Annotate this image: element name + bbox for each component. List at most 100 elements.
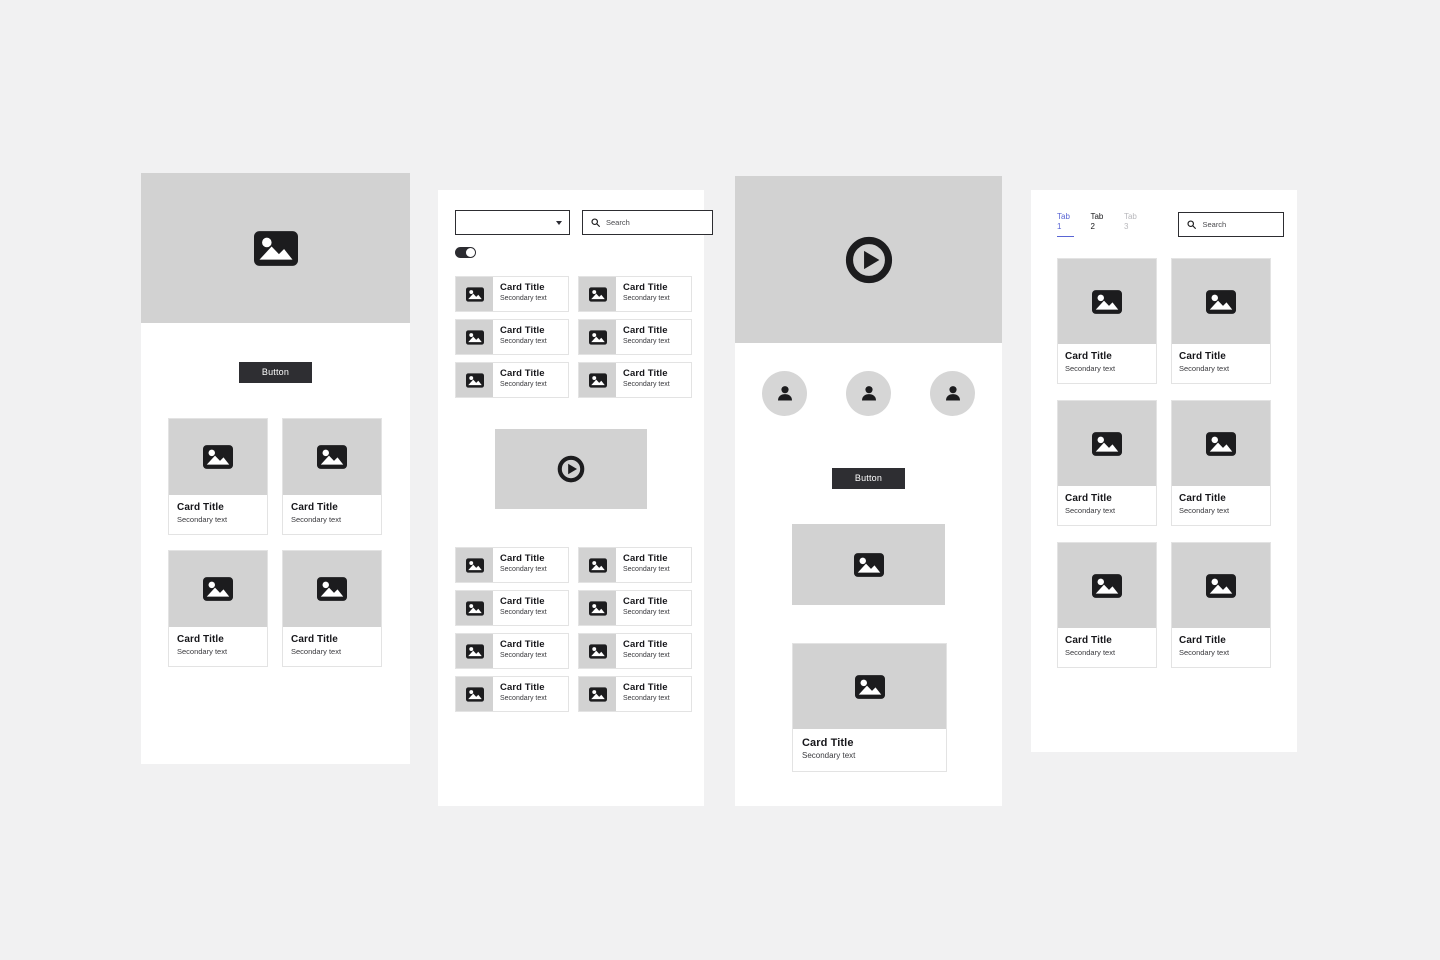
- card-title: Card Title: [1179, 635, 1226, 646]
- card-title: Card Title: [291, 502, 338, 513]
- tab-2[interactable]: Tab 2: [1090, 212, 1115, 237]
- list-item[interactable]: Card Title Secondary text: [578, 590, 692, 626]
- list-item[interactable]: Card Title Secondary text: [455, 633, 569, 669]
- card-thumbnail: [169, 419, 267, 495]
- list-item[interactable]: Card Title Secondary text: [578, 676, 692, 712]
- tab-bar: Tab 1 Tab 2 Tab 3: [1057, 212, 1157, 237]
- list-item-subtitle: Secondary text: [500, 609, 547, 616]
- hero-image-placeholder: [141, 173, 410, 323]
- image-placeholder-icon: [588, 557, 607, 573]
- card-thumbnail: [1058, 543, 1156, 628]
- list-item[interactable]: Card Title Secondary text: [455, 276, 569, 312]
- list-item-thumbnail: [456, 634, 493, 668]
- list-item-title: Card Title: [500, 639, 545, 650]
- list-item[interactable]: Card Title Secondary text: [455, 362, 569, 398]
- card[interactable]: Card Title Secondary text: [1171, 400, 1271, 526]
- avatar[interactable]: [762, 370, 807, 416]
- tab-3[interactable]: Tab 3: [1124, 212, 1149, 237]
- list-item-subtitle: Secondary text: [623, 652, 670, 659]
- list-item-thumbnail: [456, 277, 493, 311]
- primary-button-row: Button: [735, 456, 1002, 501]
- list-bottom: Card Title Secondary text Card Title Sec…: [455, 547, 692, 712]
- list-item-thumbnail: [456, 677, 493, 711]
- person-avatar-icon: [945, 386, 960, 401]
- image-block-placeholder: [792, 524, 945, 605]
- card[interactable]: Card Title Secondary text: [282, 550, 382, 667]
- image-placeholder-icon: [465, 329, 484, 345]
- primary-button[interactable]: Button: [832, 468, 905, 489]
- image-placeholder-icon: [1092, 431, 1122, 456]
- card[interactable]: Card Title Secondary text: [1057, 542, 1157, 668]
- card-subtitle: Secondary text: [1179, 648, 1230, 657]
- category-select[interactable]: [455, 210, 570, 235]
- card-grid: Card Title Secondary text Card Title Sec…: [168, 418, 383, 667]
- card-subtitle: Secondary text: [177, 647, 228, 656]
- avatar-row: [735, 343, 1002, 443]
- list-item-body: Card Title Secondary text: [616, 634, 691, 668]
- list-item-body: Card Title Secondary text: [493, 634, 568, 668]
- list-item-body: Card Title Secondary text: [616, 320, 691, 354]
- card-subtitle: Secondary text: [177, 515, 228, 524]
- list-item-title: Card Title: [623, 639, 668, 650]
- card[interactable]: Card Title Secondary text: [1171, 258, 1271, 384]
- search-icon: [1187, 220, 1197, 229]
- search-placeholder: Search: [606, 217, 630, 227]
- list-item[interactable]: Card Title Secondary text: [578, 276, 692, 312]
- card-title: Card Title: [291, 634, 338, 645]
- list-item-thumbnail: [579, 677, 616, 711]
- list-item-subtitle: Secondary text: [623, 695, 670, 702]
- video-player-placeholder[interactable]: [495, 429, 647, 509]
- card-thumbnail: [1172, 401, 1270, 486]
- card-subtitle: Secondary text: [1065, 506, 1116, 515]
- list-item[interactable]: Card Title Secondary text: [455, 676, 569, 712]
- image-placeholder-icon: [465, 557, 484, 573]
- list-item[interactable]: Card Title Secondary text: [578, 362, 692, 398]
- video-hero-placeholder[interactable]: [735, 176, 1002, 343]
- list-item[interactable]: Card Title Secondary text: [578, 547, 692, 583]
- list-item-thumbnail: [456, 548, 493, 582]
- tab-1[interactable]: Tab 1: [1057, 212, 1082, 237]
- card-body: Card Title Secondary text: [169, 627, 267, 666]
- filter-controls: Search: [455, 210, 713, 235]
- primary-button-row: Button: [141, 323, 410, 421]
- card[interactable]: Card Title Secondary text: [792, 643, 947, 772]
- settings-toggle[interactable]: [455, 247, 476, 258]
- image-placeholder-icon: [465, 286, 484, 302]
- search-placeholder: Search: [1202, 219, 1227, 229]
- list-item-subtitle: Secondary text: [623, 338, 670, 345]
- screen-panel-filter-list: Search Card Title Secondary text Card Ti…: [438, 190, 713, 806]
- list-item[interactable]: Card Title Secondary text: [578, 633, 692, 669]
- play-button-icon: [557, 455, 585, 483]
- list-item-body: Card Title Secondary text: [616, 591, 691, 625]
- image-placeholder-icon: [1206, 431, 1236, 456]
- card-title: Card Title: [177, 634, 224, 645]
- list-item-title: Card Title: [623, 553, 668, 564]
- avatar[interactable]: [846, 370, 891, 416]
- list-item[interactable]: Card Title Secondary text: [455, 590, 569, 626]
- image-placeholder-icon: [203, 577, 233, 601]
- card-grid: Card Title Secondary text Card Title Sec…: [1057, 258, 1284, 668]
- card[interactable]: Card Title Secondary text: [282, 418, 382, 535]
- primary-button[interactable]: Button: [239, 361, 312, 383]
- card-body: Card Title Secondary text: [1172, 344, 1270, 383]
- list-item[interactable]: Card Title Secondary text: [455, 319, 569, 355]
- search-input[interactable]: Search: [1178, 212, 1284, 237]
- card-thumbnail: [793, 644, 946, 729]
- avatar[interactable]: [930, 370, 975, 416]
- card[interactable]: Card Title Secondary text: [168, 418, 268, 535]
- card[interactable]: Card Title Secondary text: [1057, 258, 1157, 384]
- card[interactable]: Card Title Secondary text: [168, 550, 268, 667]
- card[interactable]: Card Title Secondary text: [1171, 542, 1271, 668]
- list-item-subtitle: Secondary text: [500, 381, 547, 388]
- card-subtitle: Secondary text: [1179, 364, 1230, 373]
- list-item-title: Card Title: [623, 282, 668, 293]
- card-subtitle: Secondary text: [1065, 364, 1116, 373]
- card[interactable]: Card Title Secondary text: [1057, 400, 1157, 526]
- list-item-body: Card Title Secondary text: [493, 548, 568, 582]
- list-item-thumbnail: [579, 548, 616, 582]
- image-placeholder-icon: [588, 686, 607, 702]
- search-input[interactable]: Search: [582, 210, 713, 235]
- list-item-thumbnail: [579, 591, 616, 625]
- list-item[interactable]: Card Title Secondary text: [455, 547, 569, 583]
- list-item[interactable]: Card Title Secondary text: [578, 319, 692, 355]
